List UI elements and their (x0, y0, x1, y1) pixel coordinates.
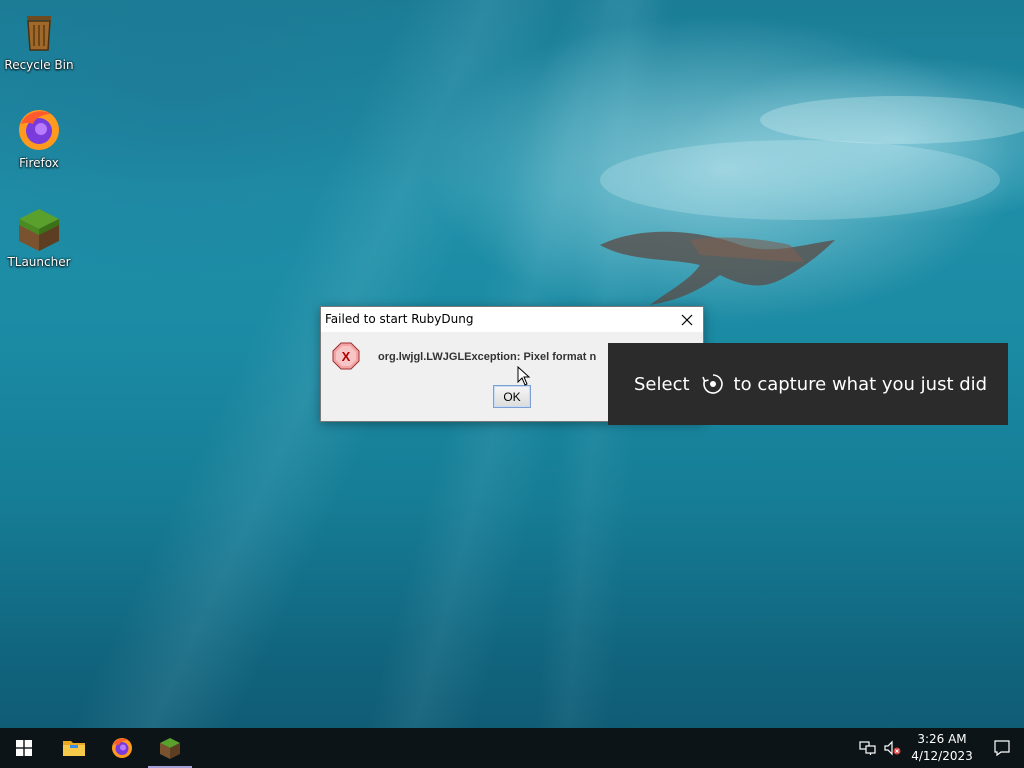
desktop-icon-label: TLauncher (7, 255, 71, 269)
svg-text:X: X (342, 349, 351, 364)
network-button[interactable] (856, 728, 880, 768)
ok-button[interactable]: OK (493, 385, 531, 408)
dialog-titlebar[interactable]: Failed to start RubyDung (321, 307, 703, 332)
close-icon (681, 314, 693, 325)
folder-icon (63, 741, 85, 756)
recycle-bin-icon (27, 16, 51, 51)
dialog-title: Failed to start RubyDung (325, 312, 474, 326)
error-icon: X (332, 342, 360, 370)
toast-text-before: Select (634, 373, 690, 395)
firefox-icon (19, 110, 59, 150)
firefox-icon (112, 738, 132, 758)
start-button[interactable] (0, 728, 48, 768)
taskbar-firefox[interactable] (98, 728, 146, 768)
tlauncher-icon (19, 209, 59, 251)
desktop-icon-label: Firefox (19, 156, 59, 170)
action-center-button[interactable] (980, 728, 1024, 768)
taskbar-clock[interactable]: 3:26 AM 4/12/2023 (904, 731, 980, 765)
taskbar: 3:26 AM 4/12/2023 (0, 728, 1024, 768)
mouse-cursor-icon (517, 366, 531, 386)
desktop-icon-recycle-bin[interactable]: Recycle Bin (2, 8, 76, 72)
clock-date: 4/12/2023 (911, 749, 973, 763)
dialog-message: org.lwjgl.LWJGLException: Pixel format n (378, 351, 597, 363)
windows-logo-icon (16, 740, 32, 756)
capture-icon (701, 374, 723, 394)
capture-toast[interactable]: Select to capture what you just did (608, 343, 1008, 425)
system-tray: 3:26 AM 4/12/2023 (856, 728, 1024, 768)
network-icon (859, 741, 876, 755)
toast-text-after: to capture what you just did (733, 373, 988, 395)
notification-icon (994, 740, 1010, 757)
volume-muted-icon (884, 740, 901, 756)
desktop-icon-firefox[interactable]: Firefox (2, 106, 76, 170)
tlauncher-icon (160, 738, 180, 759)
taskbar-tlauncher[interactable] (146, 728, 194, 768)
desktop-icon-label: Recycle Bin (4, 58, 74, 72)
clock-time: 3:26 AM (917, 732, 967, 746)
close-button[interactable] (671, 307, 703, 332)
taskbar-file-explorer[interactable] (50, 728, 98, 768)
desktop-icon-tlauncher[interactable]: TLauncher (2, 205, 76, 269)
volume-button[interactable] (880, 728, 904, 768)
